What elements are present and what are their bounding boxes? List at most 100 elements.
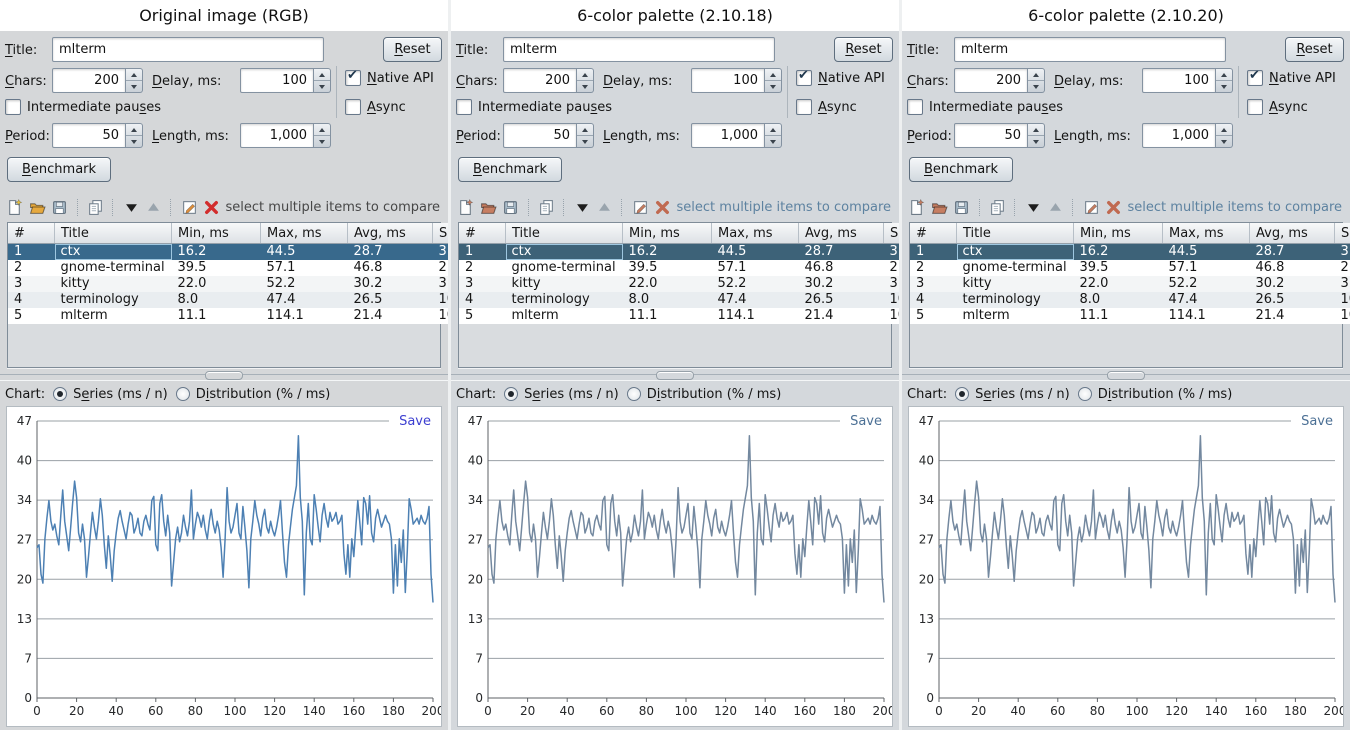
table-cell[interactable]: 1 bbox=[459, 244, 506, 261]
table-cell[interactable]: 57.1 bbox=[261, 260, 348, 276]
benchmark-button[interactable]: Benchmark bbox=[909, 157, 1013, 182]
native-api-checkbox[interactable]: Native API bbox=[796, 70, 885, 86]
table-cell[interactable]: terminology bbox=[506, 292, 623, 308]
native-api-checkbox[interactable]: Native API bbox=[345, 70, 434, 86]
edit-icon[interactable] bbox=[631, 198, 649, 216]
chars-input[interactable] bbox=[503, 68, 577, 93]
intermediate-pauses-checkbox[interactable]: Intermediate pauses bbox=[456, 99, 612, 115]
table-cell[interactable]: 26.5 bbox=[799, 292, 884, 308]
length-input[interactable] bbox=[1142, 123, 1216, 148]
sort-asc-icon[interactable] bbox=[1047, 198, 1065, 216]
spin-down-button[interactable] bbox=[765, 136, 781, 147]
reset-button[interactable]: Reset bbox=[1285, 37, 1344, 62]
table-cell[interactable]: 16.2 bbox=[1074, 244, 1163, 261]
sort-desc-icon[interactable] bbox=[1024, 198, 1042, 216]
new-icon[interactable] bbox=[6, 198, 24, 216]
table-cell[interactable]: 46.8 bbox=[1250, 260, 1335, 276]
delete-icon[interactable] bbox=[1105, 198, 1123, 216]
spin-down-button[interactable] bbox=[577, 81, 593, 92]
sort-asc-icon[interactable] bbox=[145, 198, 163, 216]
table-cell[interactable]: 114.1 bbox=[712, 308, 799, 324]
table-row[interactable]: 3kitty22.052.230.23.0 bbox=[910, 276, 1350, 292]
reset-button[interactable]: Reset bbox=[834, 37, 893, 62]
sort-asc-icon[interactable] bbox=[596, 198, 614, 216]
new-icon[interactable] bbox=[908, 198, 926, 216]
table-row[interactable]: 4terminology8.047.426.510.6 bbox=[910, 292, 1350, 308]
table-cell[interactable]: terminology bbox=[957, 292, 1074, 308]
reset-button[interactable]: Reset bbox=[383, 37, 442, 62]
table-cell[interactable]: 2 bbox=[459, 260, 506, 276]
save-chart-link[interactable]: Save bbox=[399, 414, 431, 429]
radio-series[interactable]: Series (ms / n) bbox=[504, 387, 619, 402]
spin-up-button[interactable] bbox=[1216, 124, 1232, 136]
table-cell[interactable]: 8.0 bbox=[172, 292, 261, 308]
column-header[interactable]: Max, ms bbox=[712, 223, 799, 244]
table-cell[interactable]: 21.4 bbox=[1250, 308, 1335, 324]
table-cell[interactable]: 10.6 bbox=[1335, 292, 1350, 308]
async-checkbox[interactable]: Async bbox=[796, 99, 857, 115]
radio-distribution[interactable]: Distribution (% / ms) bbox=[627, 387, 782, 402]
radio-distribution[interactable]: Distribution (% / ms) bbox=[176, 387, 331, 402]
spin-down-button[interactable] bbox=[1216, 81, 1232, 92]
spin-down-button[interactable] bbox=[314, 136, 330, 147]
table-cell[interactable]: 46.8 bbox=[348, 260, 433, 276]
table-cell[interactable]: 8.0 bbox=[623, 292, 712, 308]
column-header[interactable]: SD, ms bbox=[884, 223, 900, 244]
native-api-checkbox[interactable]: Native API bbox=[1247, 70, 1336, 86]
table-cell[interactable]: 3 bbox=[459, 276, 506, 292]
spin-down-button[interactable] bbox=[765, 81, 781, 92]
column-header[interactable]: # bbox=[910, 223, 957, 244]
table-cell[interactable]: 22.0 bbox=[172, 276, 261, 292]
table-cell[interactable]: 2.0 bbox=[884, 260, 900, 276]
table-cell[interactable]: 3.7 bbox=[1335, 244, 1350, 261]
radio-series[interactable]: Series (ms / n) bbox=[955, 387, 1070, 402]
table-cell[interactable]: 47.4 bbox=[261, 292, 348, 308]
chars-input[interactable] bbox=[954, 68, 1028, 93]
column-header[interactable]: Max, ms bbox=[1163, 223, 1250, 244]
column-header[interactable]: Title bbox=[957, 223, 1074, 244]
table-cell[interactable]: 57.1 bbox=[1163, 260, 1250, 276]
column-header[interactable]: Min, ms bbox=[623, 223, 712, 244]
table-cell[interactable]: 46.8 bbox=[799, 260, 884, 276]
table-cell[interactable]: 3.0 bbox=[1335, 276, 1350, 292]
column-header[interactable]: Avg, ms bbox=[799, 223, 884, 244]
splitter-grip[interactable] bbox=[1107, 371, 1145, 380]
spin-up-button[interactable] bbox=[1028, 69, 1044, 81]
table-cell[interactable]: 16.2 bbox=[172, 244, 261, 261]
table-row[interactable]: 2gnome-terminal39.557.146.82.0 bbox=[8, 260, 448, 276]
sort-desc-icon[interactable] bbox=[573, 198, 591, 216]
table-cell[interactable]: 2.0 bbox=[433, 260, 449, 276]
spin-down-button[interactable] bbox=[314, 81, 330, 92]
column-header[interactable]: Title bbox=[55, 223, 172, 244]
table-cell[interactable]: 5 bbox=[459, 308, 506, 324]
delete-icon[interactable] bbox=[654, 198, 672, 216]
period-input[interactable] bbox=[503, 123, 577, 148]
table-cell[interactable]: 28.7 bbox=[348, 244, 433, 261]
table-row[interactable]: 5mlterm11.1114.121.410.8 bbox=[459, 308, 899, 324]
table-cell[interactable]: 3.7 bbox=[884, 244, 900, 261]
table-cell[interactable]: mlterm bbox=[506, 308, 623, 324]
table-cell[interactable]: 10.8 bbox=[1335, 308, 1350, 324]
delay-input[interactable] bbox=[240, 68, 314, 93]
table-row[interactable]: 5mlterm11.1114.121.410.8 bbox=[8, 308, 448, 324]
table-cell[interactable]: gnome-terminal bbox=[957, 260, 1074, 276]
table-cell[interactable]: 10.6 bbox=[433, 292, 449, 308]
table-cell[interactable]: gnome-terminal bbox=[55, 260, 172, 276]
column-header[interactable]: Avg, ms bbox=[348, 223, 433, 244]
table-cell[interactable]: 26.5 bbox=[1250, 292, 1335, 308]
table-cell[interactable]: 2 bbox=[910, 260, 957, 276]
table-cell[interactable]: 10.8 bbox=[433, 308, 449, 324]
delay-input[interactable] bbox=[691, 68, 765, 93]
spin-down-button[interactable] bbox=[1028, 81, 1044, 92]
chars-input[interactable] bbox=[52, 68, 126, 93]
length-input[interactable] bbox=[691, 123, 765, 148]
table-cell[interactable]: 16.2 bbox=[623, 244, 712, 261]
open-icon[interactable] bbox=[29, 198, 47, 216]
save-icon[interactable] bbox=[953, 198, 971, 216]
copy-icon[interactable] bbox=[87, 198, 105, 216]
spin-up-button[interactable] bbox=[765, 124, 781, 136]
table-cell[interactable]: 11.1 bbox=[1074, 308, 1163, 324]
delete-icon[interactable] bbox=[203, 198, 221, 216]
table-cell[interactable]: 4 bbox=[910, 292, 957, 308]
benchmark-button[interactable]: Benchmark bbox=[7, 157, 111, 182]
